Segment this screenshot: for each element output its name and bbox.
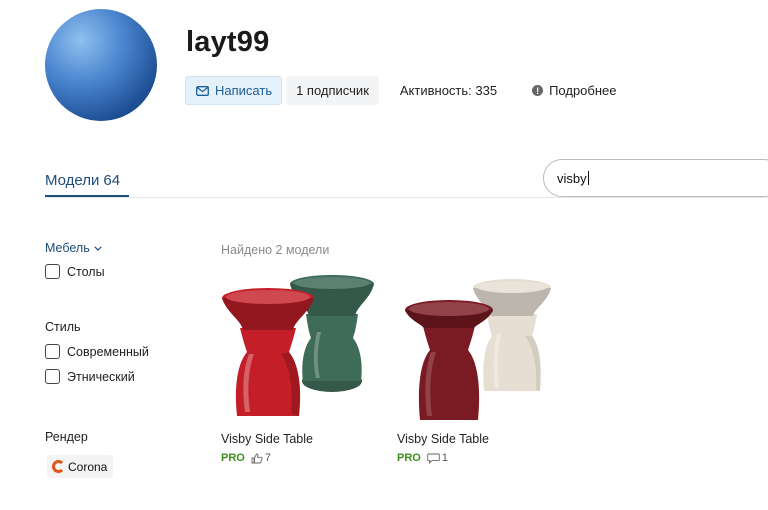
model-card[interactable]: Visby Side Table PRO 7 bbox=[221, 266, 387, 464]
more-info-link[interactable]: ! Подробнее bbox=[532, 83, 617, 98]
table-body-back bbox=[302, 314, 362, 381]
mail-icon bbox=[196, 85, 209, 96]
model-meta: PRO 1 bbox=[397, 452, 448, 464]
profile-username: layt99 bbox=[186, 26, 270, 58]
render-chip-label: Corona bbox=[68, 459, 108, 474]
search-value: visby bbox=[557, 170, 587, 186]
filter-checkbox-modern[interactable]: Современный bbox=[45, 344, 149, 359]
model-card[interactable]: Visby Side Table PRO 1 bbox=[397, 266, 563, 464]
filter-furniture-toggle[interactable]: Мебель bbox=[45, 241, 102, 255]
avatar[interactable] bbox=[45, 9, 157, 121]
checkbox[interactable] bbox=[45, 369, 60, 384]
info-icon: ! bbox=[532, 85, 544, 96]
chevron-down-icon bbox=[94, 245, 102, 251]
search-input[interactable]: visby bbox=[543, 159, 768, 197]
model-thumbnail bbox=[222, 275, 374, 416]
likes-stat: 7 bbox=[251, 452, 271, 464]
pro-badge: PRO bbox=[397, 452, 421, 464]
text-caret bbox=[587, 171, 589, 185]
model-title[interactable]: Visby Side Table bbox=[397, 432, 489, 446]
checkbox-label: Столы bbox=[67, 264, 105, 279]
tabs-divider bbox=[45, 197, 768, 198]
pro-badge: PRO bbox=[221, 452, 245, 464]
subscribers-label: 1 подписчик bbox=[296, 83, 369, 98]
comments-stat: 1 bbox=[427, 452, 448, 464]
write-message-label: Написать bbox=[215, 83, 273, 98]
checkbox-label: Этнический bbox=[67, 369, 135, 384]
results-count: Найдено 2 модели bbox=[221, 243, 330, 257]
table-body-back bbox=[483, 314, 541, 391]
thumbs-up-icon bbox=[251, 453, 263, 463]
checkbox-label: Современный bbox=[67, 344, 149, 359]
model-thumbnail bbox=[405, 279, 551, 420]
activity-stat: Активность: 335 bbox=[399, 83, 498, 98]
tab-models[interactable]: Модели 64 bbox=[45, 172, 120, 189]
filter-checkbox-ethnic[interactable]: Этнический bbox=[45, 369, 135, 384]
tab-models-count: 64 bbox=[103, 172, 121, 189]
filter-checkbox-tables[interactable]: Столы bbox=[45, 264, 105, 279]
tab-models-label: Модели bbox=[45, 172, 100, 189]
checkbox[interactable] bbox=[45, 264, 60, 279]
write-message-button[interactable]: Написать bbox=[185, 76, 283, 105]
subscribers-button[interactable]: 1 подписчик bbox=[286, 76, 379, 105]
model-title[interactable]: Visby Side Table bbox=[221, 432, 313, 446]
checkbox[interactable] bbox=[45, 344, 60, 359]
comment-icon bbox=[427, 453, 440, 464]
model-meta: PRO 7 bbox=[221, 452, 271, 464]
likes-count: 7 bbox=[264, 452, 271, 464]
more-info-label: Подробнее bbox=[549, 83, 617, 98]
filter-furniture-label: Мебель bbox=[45, 241, 90, 255]
filter-render-heading: Рендер bbox=[45, 430, 88, 444]
corona-icon bbox=[52, 460, 65, 473]
filter-style-heading: Стиль bbox=[45, 320, 81, 334]
profile-actions: Написать 1 подписчик Активность: 335 ! П… bbox=[185, 76, 617, 105]
comments-count: 1 bbox=[441, 452, 448, 464]
render-chip-corona[interactable]: Corona bbox=[47, 455, 114, 478]
